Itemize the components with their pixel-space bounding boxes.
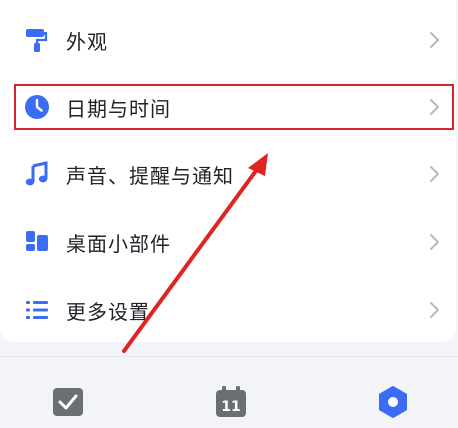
chevron-right-icon [430, 32, 439, 48]
chevron-right-icon [430, 234, 439, 250]
settings-screen: 外观 日期与时间 声音、提醒与通知 桌面小部件 更多设置 11 [0, 0, 458, 428]
highlight-box [14, 84, 454, 130]
checkbox-icon [53, 388, 83, 416]
settings-card: 外观 日期与时间 声音、提醒与通知 桌面小部件 更多设置 [0, 0, 456, 342]
menu-item-label: 桌面小部件 [66, 231, 171, 256]
tab-calendar[interactable]: 11 [215, 386, 247, 418]
calendar-icon: 11 [216, 386, 246, 417]
menu-item-more-settings[interactable]: 更多设置 [0, 276, 456, 344]
tabbar-divider [0, 356, 458, 357]
widgets-icon [24, 229, 50, 255]
calendar-day-number: 11 [221, 399, 240, 415]
menu-item-label: 声音、提醒与通知 [66, 163, 234, 188]
tab-tasks[interactable] [52, 386, 84, 418]
menu-item-label: 外观 [66, 29, 108, 54]
menu-item-sound-notifications[interactable]: 声音、提醒与通知 [0, 140, 456, 208]
chevron-right-icon [430, 302, 439, 318]
list-icon [24, 297, 50, 323]
music-note-icon [24, 161, 50, 187]
tab-settings[interactable] [377, 386, 409, 418]
chevron-right-icon [430, 166, 439, 182]
settings-hex-icon [379, 386, 407, 418]
menu-item-widgets[interactable]: 桌面小部件 [0, 208, 456, 276]
menu-item-label: 更多设置 [66, 299, 150, 324]
menu-item-appearance[interactable]: 外观 [0, 6, 456, 74]
paint-roller-icon [24, 27, 50, 53]
